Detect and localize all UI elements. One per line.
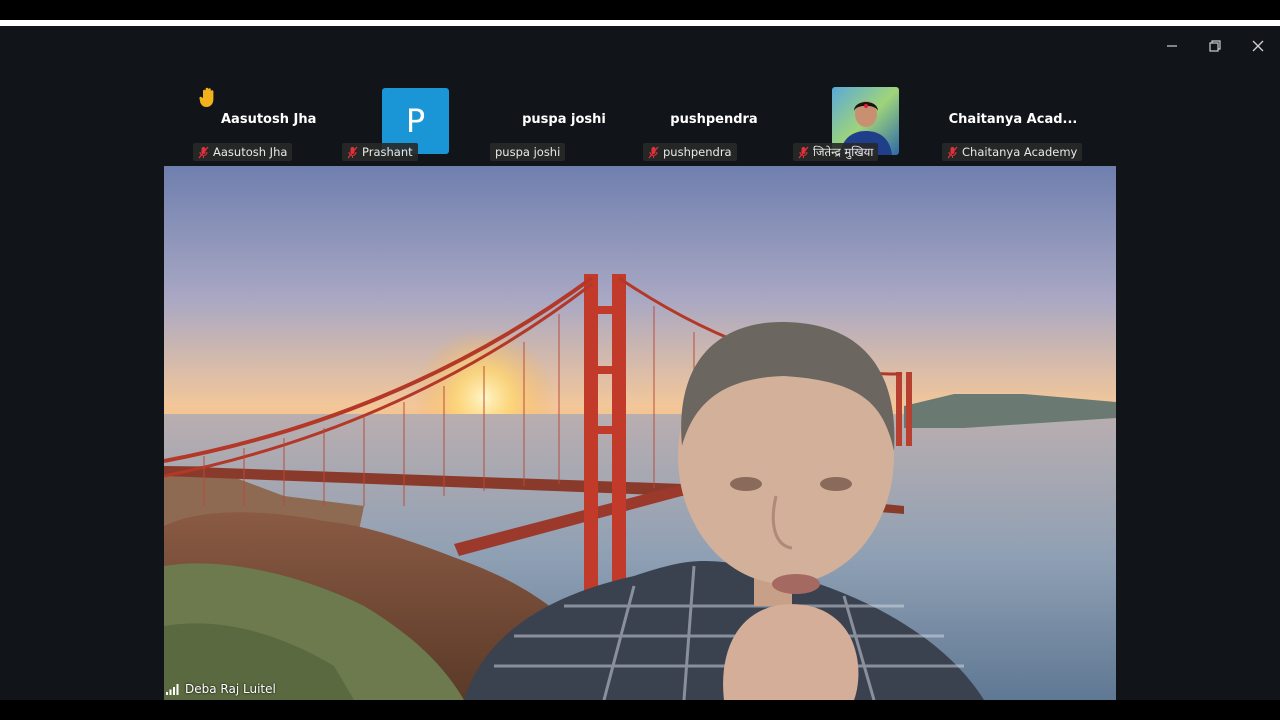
participant-tag-label: Aasutosh Jha — [213, 145, 288, 159]
main-speaker-video[interactable] — [164, 166, 1116, 700]
participant-tag-label: puspa joshi — [495, 145, 561, 159]
participant-tile-puspa[interactable]: puspa joshi puspa joshi — [490, 80, 632, 164]
close-icon — [1252, 40, 1264, 52]
participant-tag-label: pushpendra — [663, 145, 732, 159]
restore-button[interactable] — [1201, 34, 1229, 58]
participant-name: Chaitanya Acad... — [948, 112, 1078, 127]
signal-strength-icon — [166, 683, 179, 695]
avatar-letter: P — [405, 102, 426, 140]
participant-tag-label: Prashant — [362, 145, 413, 159]
top-black-bar — [0, 0, 1280, 20]
mic-muted-icon — [947, 146, 958, 158]
bottom-black-bar — [0, 700, 1280, 720]
participant-tag-label: जितेन्द्र मुखिया — [813, 145, 874, 159]
participant-tag: जितेन्द्र मुखिया — [793, 143, 879, 161]
participant-tag: puspa joshi — [490, 143, 566, 161]
participant-tile-prashant[interactable]: P Prashant — [340, 80, 480, 164]
mic-muted-icon — [198, 146, 209, 158]
minimize-icon — [1167, 45, 1177, 47]
raised-hand-icon — [199, 87, 214, 107]
participant-tile-chaitanya[interactable]: Chaitanya Acad... Chaitanya Academy — [942, 80, 1084, 164]
speaker-name: Deba Raj Luitel — [185, 682, 276, 696]
participant-tag: Prashant — [342, 143, 418, 161]
speaker-name-tag: Deba Raj Luitel — [166, 680, 276, 698]
participant-tile-pushpendra[interactable]: pushpendra pushpendra — [643, 80, 783, 164]
close-button[interactable] — [1244, 34, 1272, 58]
participant-tag-label: Chaitanya Academy — [962, 145, 1078, 159]
participant-name: pushpendra — [670, 112, 758, 127]
minimize-button[interactable] — [1158, 34, 1186, 58]
participant-tile-aasutosh[interactable]: Aasutosh Jha Aasutosh Jha — [166, 80, 316, 164]
participant-tag: Chaitanya Academy — [942, 143, 1083, 161]
participant-tag: pushpendra — [643, 143, 737, 161]
restore-icon — [1209, 40, 1221, 52]
participant-tile-jitendra[interactable]: जितेन्द्र मुखिया — [791, 80, 931, 164]
mic-muted-icon — [798, 146, 809, 158]
mic-muted-icon — [648, 146, 659, 158]
participant-name: puspa joshi — [522, 112, 606, 127]
virtual-background-image — [164, 166, 1116, 700]
participant-tag: Aasutosh Jha — [193, 143, 293, 161]
mic-muted-icon — [347, 146, 358, 158]
